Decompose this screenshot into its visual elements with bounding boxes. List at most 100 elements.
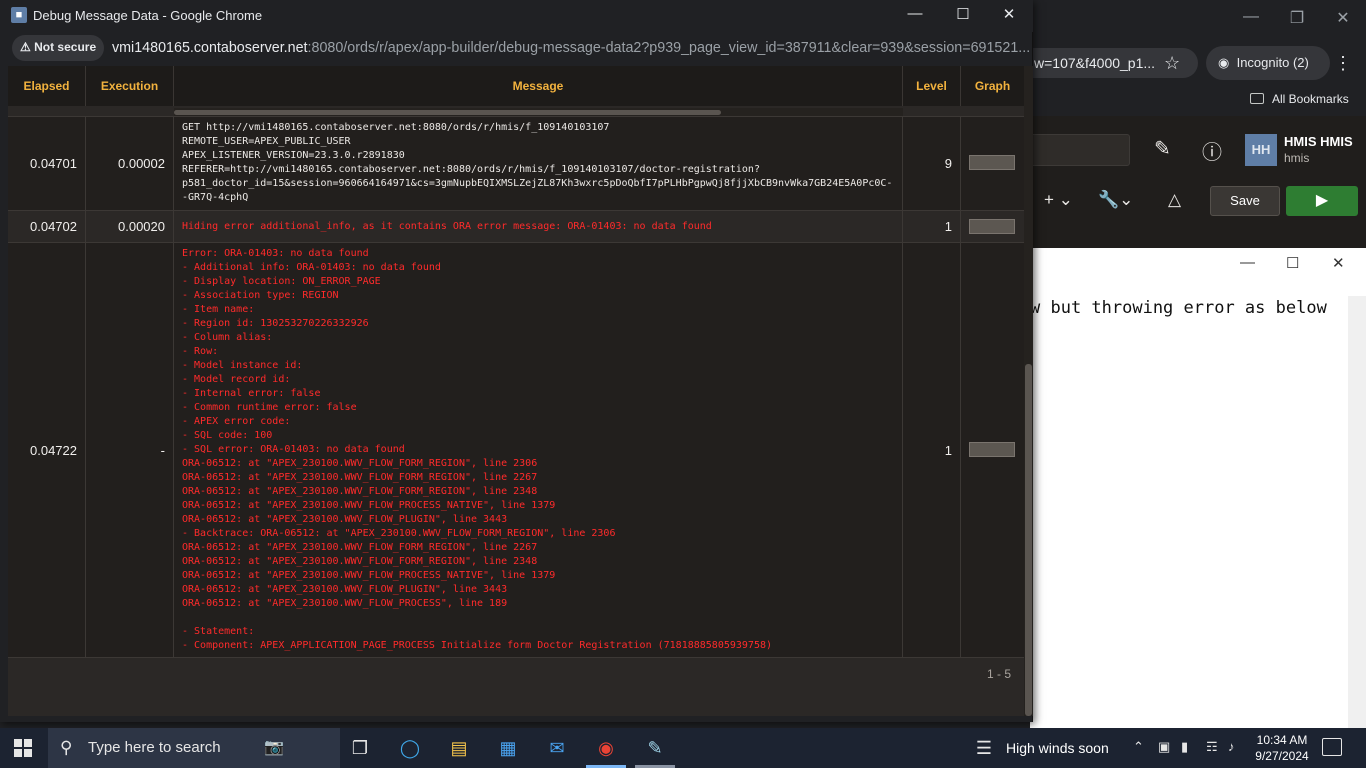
taskbar-search[interactable]: ⚲ Type here to search xyxy=(48,728,340,768)
graph-cell xyxy=(961,211,1024,242)
weather-label[interactable]: High winds soon xyxy=(1006,740,1109,756)
close-icon[interactable]: ✕ xyxy=(994,5,1024,23)
report-header: Elapsed Execution Message Level Graph xyxy=(8,66,1024,106)
wrench-menu-icon[interactable]: 🔧⌄ xyxy=(1098,190,1133,210)
column-header-graph[interactable]: Graph xyxy=(961,66,1024,106)
url-path: :8080/ords/r/apex/app-builder/debug-mess… xyxy=(307,40,1031,56)
notification-icon[interactable] xyxy=(1322,738,1342,756)
message-cell: Hiding error additional_info, as it cont… xyxy=(174,211,903,242)
edge-icon[interactable]: ◯ xyxy=(396,734,424,762)
message-cell: Error: ORA-01403: no data found - Additi… xyxy=(174,243,903,657)
meet-now-icon[interactable]: ▣ xyxy=(1158,739,1170,755)
message-cell: GET http://vmi1480165.contaboserver.net:… xyxy=(174,117,903,210)
scroll-thumb[interactable] xyxy=(1025,364,1032,716)
all-bookmarks-button[interactable]: All Bookmarks xyxy=(1250,92,1349,106)
help-icon[interactable]: ⓘ xyxy=(1202,136,1222,165)
wind-icon[interactable]: ☰ xyxy=(970,734,998,762)
table-row: 0.04702 0.00020 Hiding error additional_… xyxy=(8,210,1024,242)
execution-cell: 0.00002 xyxy=(86,117,174,210)
address-bar[interactable]: ⚠ Not secure vmi1480165.contaboserver.ne… xyxy=(8,33,1030,63)
maximize-icon[interactable]: ☐ xyxy=(1286,254,1299,272)
store-icon[interactable]: ▦ xyxy=(494,734,522,762)
bookmark-star-icon[interactable]: ☆ xyxy=(1164,53,1180,74)
level-cell: 1 xyxy=(903,243,961,657)
task-view-icon[interactable]: ❐ xyxy=(346,734,374,762)
elapsed-cell: 0.04701 xyxy=(8,117,86,210)
avatar[interactable]: HH xyxy=(1245,134,1277,166)
close-icon[interactable]: ✕ xyxy=(1332,254,1345,272)
url-text[interactable]: vmi1480165.contaboserver.net:8080/ords/r… xyxy=(112,40,1030,56)
folder-icon xyxy=(1250,93,1264,104)
table-row: 0.04722 - Error: ORA-01403: no data foun… xyxy=(8,242,1024,657)
debug-report: Elapsed Execution Message Level Graph 0.… xyxy=(8,66,1024,716)
column-header-level[interactable]: Level xyxy=(903,66,961,106)
wifi-icon[interactable]: ☶ xyxy=(1206,739,1218,755)
windows-start-icon[interactable] xyxy=(14,739,32,757)
column-header-message[interactable]: Message xyxy=(174,66,903,106)
user-settings-icon[interactable]: ✎ xyxy=(1154,136,1171,161)
save-button[interactable]: Save xyxy=(1210,186,1280,216)
notepad-window: — ☐ ✕ w but throwing error as below xyxy=(1030,248,1366,728)
minimize-icon[interactable]: — xyxy=(1240,254,1255,271)
elapsed-cell: 0.04722 xyxy=(8,243,86,657)
clock[interactable]: 10:34 AM 9/27/2024 xyxy=(1250,732,1314,764)
notepad-app-icon[interactable]: ✎ xyxy=(641,734,669,762)
graph-bar xyxy=(969,442,1015,457)
chrome-icon[interactable]: ◉ xyxy=(592,734,620,762)
user-name: HMIS HMIS xyxy=(1284,134,1353,149)
minimize-icon[interactable]: — xyxy=(1236,8,1266,26)
level-cell: 1 xyxy=(903,211,961,242)
file-explorer-icon[interactable]: ▤ xyxy=(445,734,473,762)
time-label: 10:34 AM xyxy=(1256,733,1308,747)
play-icon: ▶ xyxy=(1315,192,1329,209)
volume-icon[interactable]: ♪ xyxy=(1228,739,1235,754)
pagination: 1 - 5 xyxy=(8,657,1024,689)
shared-components-icon[interactable]: △ xyxy=(1168,190,1181,210)
search-placeholder: Type here to search xyxy=(88,739,221,756)
search-highlight-icon[interactable]: 📷 xyxy=(260,734,288,762)
execution-cell: 0.00020 xyxy=(86,211,174,242)
not-secure-label: Not secure xyxy=(34,40,97,54)
incognito-icon: ◉ xyxy=(1218,55,1237,70)
all-bookmarks-label: All Bookmarks xyxy=(1272,92,1349,106)
url-host: vmi1480165.contaboserver.net xyxy=(112,40,308,56)
run-button[interactable]: ▶ xyxy=(1286,186,1358,216)
level-cell: 9 xyxy=(903,117,961,210)
not-secure-badge[interactable]: ⚠ Not secure xyxy=(12,35,105,61)
add-menu-icon[interactable]: + ⌄ xyxy=(1044,190,1073,210)
column-header-execution[interactable]: Execution xyxy=(86,66,174,106)
window-title: Debug Message Data - Google Chrome xyxy=(33,8,263,23)
minimize-icon[interactable]: — xyxy=(900,5,930,22)
incognito-button[interactable]: ◉ Incognito (2) xyxy=(1206,46,1330,80)
kebab-menu-icon[interactable]: ⋮ xyxy=(1334,53,1352,74)
pagination-label: 1 - 5 xyxy=(986,667,1011,681)
column-header-elapsed[interactable]: Elapsed xyxy=(8,66,86,106)
apex-app-icon: ■ xyxy=(11,7,27,23)
vertical-scrollbar[interactable] xyxy=(1024,66,1033,716)
battery-icon[interactable]: ▮ xyxy=(1181,739,1188,755)
taskbar: ⚲ Type here to search 📷 ❐ ◯ ▤ ▦ ✉ ◉ ✎ ☰ … xyxy=(0,728,1366,768)
apex-builder-header: ✎ ⓘ HH HMIS HMIS hmis + ⌄ 🔧⌄ △ Save ▶ xyxy=(1030,116,1366,248)
chevron-up-icon[interactable]: ⌃ xyxy=(1133,739,1144,755)
graph-cell xyxy=(961,243,1024,657)
restore-icon[interactable]: ❐ xyxy=(1282,8,1312,28)
graph-cell xyxy=(961,117,1024,210)
warning-icon: ⚠ xyxy=(20,40,35,54)
user-id: hmis xyxy=(1284,151,1310,165)
elapsed-cell: 0.04702 xyxy=(8,211,86,242)
apex-search-box[interactable] xyxy=(1030,134,1130,166)
close-icon[interactable]: ✕ xyxy=(1328,8,1358,28)
maximize-icon[interactable]: ☐ xyxy=(948,5,978,23)
notepad-text[interactable]: w but throwing error as below xyxy=(1030,298,1327,318)
graph-bar xyxy=(969,155,1015,170)
mail-icon[interactable]: ✉ xyxy=(543,734,571,762)
table-row: 0.04701 0.00002 GET http://vmi1480165.co… xyxy=(8,116,1024,210)
title-bar[interactable]: ■ Debug Message Data - Google Chrome — ☐… xyxy=(0,0,1033,32)
notepad-scrollbar[interactable] xyxy=(1348,296,1366,728)
debug-popup-window: ■ Debug Message Data - Google Chrome — ☐… xyxy=(0,0,1033,722)
execution-cell: - xyxy=(86,243,174,657)
scroll-thumb[interactable] xyxy=(174,110,721,115)
date-label: 9/27/2024 xyxy=(1255,749,1309,763)
search-icon: ⚲ xyxy=(60,738,73,757)
incognito-label: Incognito (2) xyxy=(1236,55,1309,70)
